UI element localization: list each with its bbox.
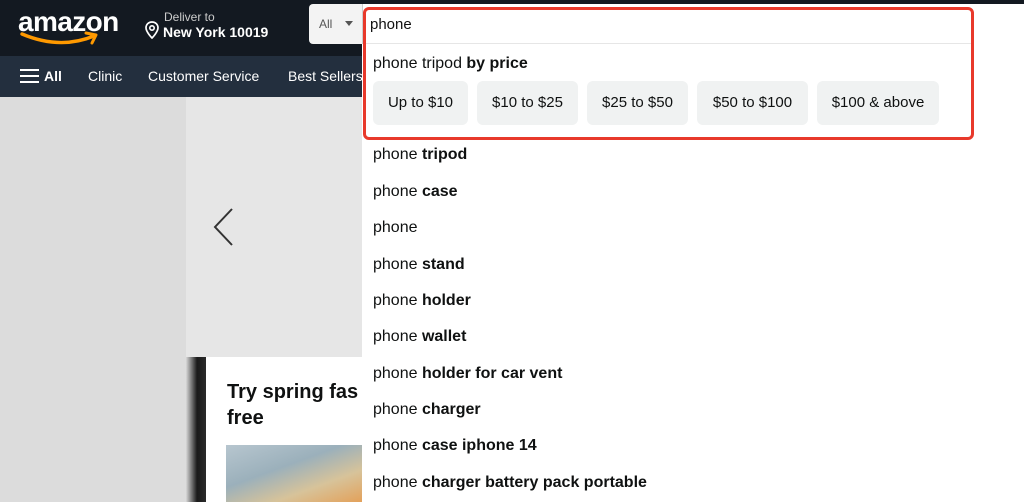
suggestion-item[interactable]: phone holder for car vent	[373, 365, 562, 383]
caret-down-icon	[345, 21, 353, 26]
hero-left-panel	[0, 97, 186, 502]
suggestion-prefix: phone	[373, 146, 422, 163]
suggestion-item[interactable]: phone case iphone 14	[373, 437, 537, 455]
location-pin-icon	[145, 21, 159, 39]
card-shadow	[186, 357, 206, 502]
suggestion-item[interactable]: phone charger	[373, 401, 481, 419]
promo-card[interactable]: Try spring fas free	[206, 357, 362, 502]
search-bar-end	[971, 4, 1024, 44]
suggestion-bold: wallet	[421, 328, 467, 345]
suggestion-item[interactable]: phone wallet	[373, 328, 466, 346]
highlight-outline	[363, 7, 974, 140]
suggestion-prefix: phone	[373, 474, 422, 491]
suggestion-bold: holder for car vent	[421, 365, 563, 382]
nav-link-best-sellers[interactable]: Best Sellers	[288, 68, 363, 84]
nav-link-customer-service[interactable]: Customer Service	[148, 68, 259, 84]
suggestion-prefix: phone	[373, 437, 422, 454]
suggestion-item[interactable]: phone holder	[373, 292, 471, 310]
hamburger-menu-icon	[20, 69, 39, 84]
suggestion-prefix: phone	[373, 328, 422, 345]
deliver-to-label: Deliver to	[164, 10, 215, 24]
search-category-select[interactable]: All	[309, 4, 363, 44]
suggestion-prefix: phone	[373, 219, 418, 236]
suggestion-bold: stand	[421, 256, 465, 273]
suggestion-bold: charger	[421, 401, 481, 418]
suggestion-prefix: phone	[373, 365, 422, 382]
suggestion-bold: holder	[421, 292, 471, 309]
suggestion-prefix: phone	[373, 256, 422, 273]
all-menu-label: All	[44, 68, 62, 84]
suggestion-item[interactable]: phone tripod	[373, 146, 467, 164]
suggestion-prefix: phone	[373, 183, 422, 200]
amazon-logo[interactable]: amazon	[18, 6, 122, 46]
suggestion-prefix: phone	[373, 401, 422, 418]
suggestion-item[interactable]: phone stand	[373, 256, 465, 274]
suggestion-item[interactable]: phone case	[373, 183, 458, 201]
suggestion-bold: case iphone 14	[421, 437, 537, 454]
suggestion-bold: charger battery pack portable	[421, 474, 647, 491]
chevron-left-icon[interactable]	[210, 206, 238, 248]
suggestion-item[interactable]: phone	[373, 219, 418, 237]
suggestion-prefix: phone	[373, 292, 422, 309]
search-category-label: All	[319, 17, 333, 31]
suggestion-item[interactable]: phone charger battery pack portable	[373, 474, 647, 492]
logo-smile-icon	[20, 31, 98, 45]
deliver-to-location[interactable]: Deliver to New York 10019	[144, 9, 294, 43]
suggestion-bold: case	[421, 183, 458, 200]
promo-card-image	[226, 445, 362, 502]
nav-link-clinic[interactable]: Clinic	[88, 68, 122, 84]
suggestion-bold: tripod	[421, 146, 468, 163]
delivery-location: New York 10019	[163, 24, 269, 40]
